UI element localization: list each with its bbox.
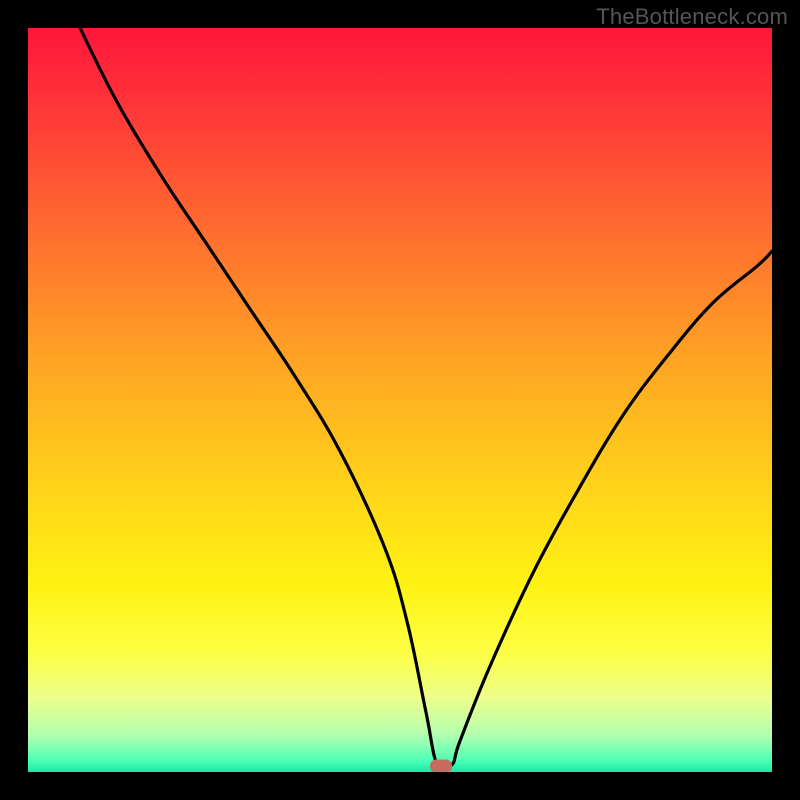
chart-frame: TheBottleneck.com	[0, 0, 800, 800]
bottleneck-curve	[28, 28, 772, 772]
watermark-text: TheBottleneck.com	[596, 4, 788, 30]
optimum-marker	[430, 760, 452, 772]
plot-area	[28, 28, 772, 772]
